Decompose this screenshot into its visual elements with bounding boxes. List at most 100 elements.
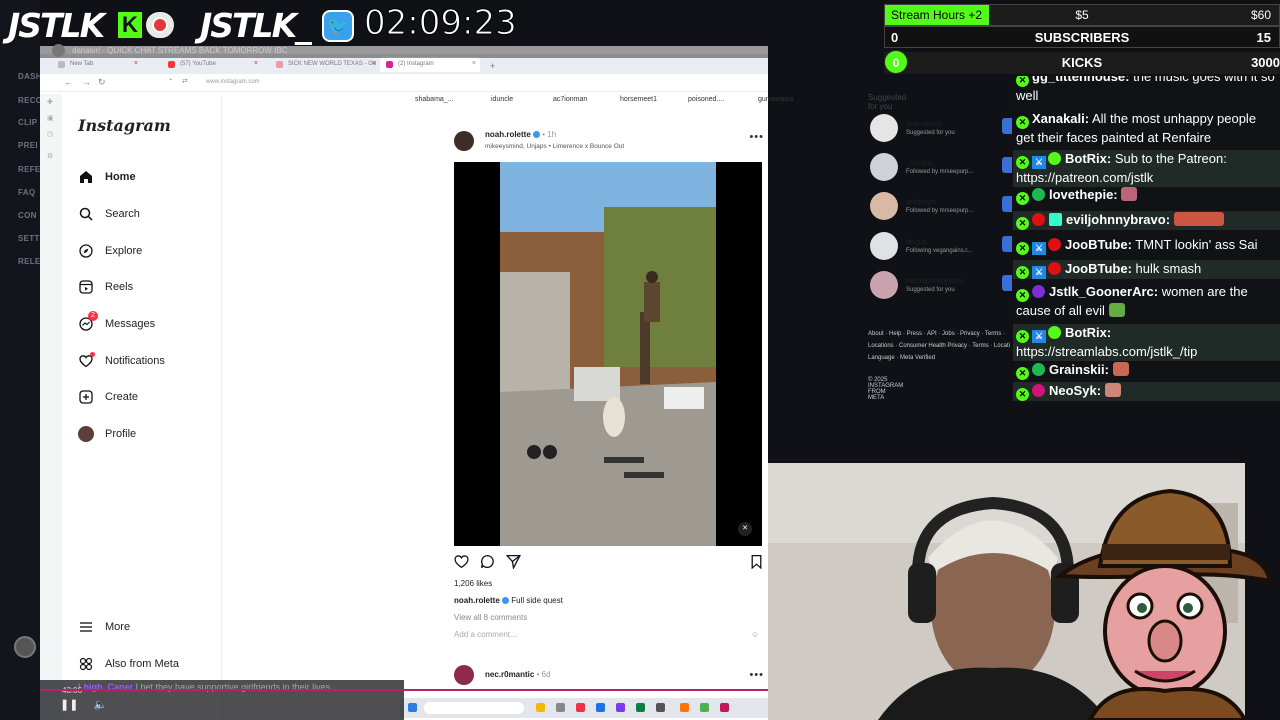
forward-icon[interactable]: → xyxy=(82,77,91,87)
dashboard-item[interactable]: PREI xyxy=(18,141,38,150)
more-options-icon[interactable]: ••• xyxy=(749,131,764,143)
more-options-icon[interactable]: ••• xyxy=(749,669,764,681)
site-info-icon[interactable]: ⇄ xyxy=(182,77,188,85)
story-username[interactable]: iduncle xyxy=(491,96,513,103)
gear-icon[interactable]: ⚙ xyxy=(47,152,53,160)
view-comments-link[interactable]: View all 8 comments xyxy=(454,613,527,622)
post-username[interactable]: nec.r0mantic xyxy=(485,670,534,679)
share-icon[interactable] xyxy=(505,554,521,574)
close-icon[interactable]: × xyxy=(134,60,138,67)
caption-username[interactable]: noah.rolette xyxy=(454,596,500,605)
dashboard-item[interactable]: RELE xyxy=(18,257,41,266)
app-icon[interactable] xyxy=(680,703,689,712)
footer-links[interactable]: About · Help · Press · API · Jobs · Priv… xyxy=(868,328,1018,364)
close-icon[interactable]: × xyxy=(372,60,376,67)
taskbar-search[interactable] xyxy=(424,702,524,714)
follow-button[interactable] xyxy=(1002,196,1012,212)
dashboard-item[interactable]: SETT xyxy=(18,234,40,243)
story-username[interactable]: horsemeet1 xyxy=(620,96,657,103)
dashboard-item[interactable]: RECO xyxy=(18,96,42,105)
app-icon[interactable] xyxy=(700,703,709,712)
follow-button[interactable] xyxy=(1002,236,1012,252)
like-icon[interactable] xyxy=(454,554,469,574)
url-field[interactable]: www.instagram.com xyxy=(206,79,260,85)
browser-tab[interactable]: (57) YouTube × xyxy=(162,57,262,72)
avatar[interactable] xyxy=(870,192,898,220)
suggestion-name[interactable]: _cxclips_ xyxy=(906,158,937,167)
nav-item-explore[interactable]: Explore xyxy=(78,240,142,262)
app-icon[interactable] xyxy=(576,703,585,712)
avatar[interactable] xyxy=(870,114,898,142)
post-video[interactable]: ✕ xyxy=(454,162,762,546)
refresh-icon[interactable]: ↻ xyxy=(98,77,106,88)
close-icon[interactable]: × xyxy=(254,60,258,67)
app-icon[interactable] xyxy=(616,703,625,712)
post-header: noah.rolette • 1h mikeeysmind, Unjaps • … xyxy=(454,130,764,154)
story-username[interactable]: shabama_... xyxy=(415,96,454,103)
dashboard-item[interactable]: DASH xyxy=(18,72,42,81)
story-username[interactable]: poisoned.... xyxy=(688,96,724,103)
pause-icon[interactable]: ❚❚ xyxy=(60,699,78,711)
browser-tab[interactable]: SICK NEW WORLD TEXAS - Go × xyxy=(270,57,380,72)
instagram-logo[interactable]: Instagram xyxy=(78,116,171,135)
back-icon[interactable]: ← xyxy=(64,77,73,87)
dashboard-item[interactable]: CLIP xyxy=(18,118,37,127)
dashboard-item[interactable]: CON xyxy=(18,211,37,220)
nav-item-messages[interactable]: 2 Messages xyxy=(78,311,155,335)
post-subline[interactable]: mikeeysmind, Unjaps • Limerence x Bounce… xyxy=(485,143,624,150)
emoji-icon[interactable]: ☺ xyxy=(751,630,759,639)
likes-count[interactable]: 1,206 likes xyxy=(454,579,492,588)
sidebar-tool-icon[interactable]: ✚ xyxy=(47,98,53,106)
suggestion-name[interactable]: aracelbitch xyxy=(906,119,942,128)
app-icon[interactable] xyxy=(536,703,545,712)
nav-item-create[interactable]: Create xyxy=(78,386,138,408)
avatar[interactable] xyxy=(14,636,36,658)
nav-item-notifications[interactable]: Notifications xyxy=(78,350,165,372)
suggestion-item[interactable]: aracelbitch Suggested for you xyxy=(868,114,1008,144)
browser-tab[interactable]: New Tab × xyxy=(52,57,142,72)
suggestion-name[interactable]: lav.jus xyxy=(906,237,927,246)
suggestion-name[interactable]: mistressrubyroze xyxy=(906,276,963,285)
nav-item-reels[interactable]: Reels xyxy=(78,276,133,298)
suggestion-item[interactable]: _cxclips_ Followed by mrseepurp... xyxy=(868,153,1008,183)
app-icon[interactable] xyxy=(636,703,645,712)
follow-button[interactable] xyxy=(1002,157,1012,173)
volume-icon[interactable]: 🔈 xyxy=(94,699,108,711)
avatar[interactable] xyxy=(870,271,898,299)
suggestion-item[interactable]: lav.jus Following vegangains.r... xyxy=(868,232,1008,262)
nav-item-profile[interactable]: Profile xyxy=(78,423,136,445)
story-username[interactable]: ac7ionman xyxy=(553,96,587,103)
sidebar-tool-icon[interactable]: ◷ xyxy=(47,130,53,138)
avatar[interactable] xyxy=(454,131,474,151)
sidebar-tool-icon[interactable]: ▣ xyxy=(47,114,54,122)
dashboard-item[interactable]: REFE xyxy=(18,165,41,174)
new-tab-button[interactable]: + xyxy=(486,57,502,72)
bookmark-icon[interactable] xyxy=(749,554,764,574)
comment-icon[interactable] xyxy=(480,554,495,574)
avatar[interactable] xyxy=(870,153,898,181)
browser-tab-active[interactable]: (2) Instagram × xyxy=(380,57,480,72)
story-username[interactable]: gumawawa xyxy=(758,96,793,103)
comment-input[interactable]: Add a comment... xyxy=(454,630,517,639)
suggestion-name[interactable]: andiraytv xyxy=(906,197,936,206)
avatar[interactable] xyxy=(454,665,474,685)
close-icon[interactable]: × xyxy=(472,60,476,67)
start-icon[interactable] xyxy=(408,703,417,712)
app-icon[interactable] xyxy=(596,703,605,712)
app-icon[interactable] xyxy=(720,703,729,712)
avatar[interactable] xyxy=(870,232,898,260)
follow-button[interactable] xyxy=(1002,275,1012,291)
app-icon[interactable] xyxy=(556,703,565,712)
nav-item-home[interactable]: Home xyxy=(78,166,136,188)
app-icon[interactable] xyxy=(656,703,665,712)
nav-item-search[interactable]: Search xyxy=(78,203,140,225)
post-username[interactable]: noah.rolette xyxy=(485,130,531,139)
dashboard-item[interactable]: FAQ xyxy=(18,188,35,197)
shield-icon[interactable]: ◔ xyxy=(168,77,172,84)
nav-item-more[interactable]: More xyxy=(78,616,130,638)
mute-icon[interactable]: ✕ xyxy=(738,522,752,536)
suggestion-item[interactable]: mistressrubyroze Suggested for you xyxy=(868,271,1008,301)
nav-item-meta[interactable]: Also from Meta xyxy=(78,653,179,675)
follow-button[interactable] xyxy=(1002,118,1012,134)
suggestion-item[interactable]: andiraytv Followed by mrseepurp... xyxy=(868,192,1008,222)
